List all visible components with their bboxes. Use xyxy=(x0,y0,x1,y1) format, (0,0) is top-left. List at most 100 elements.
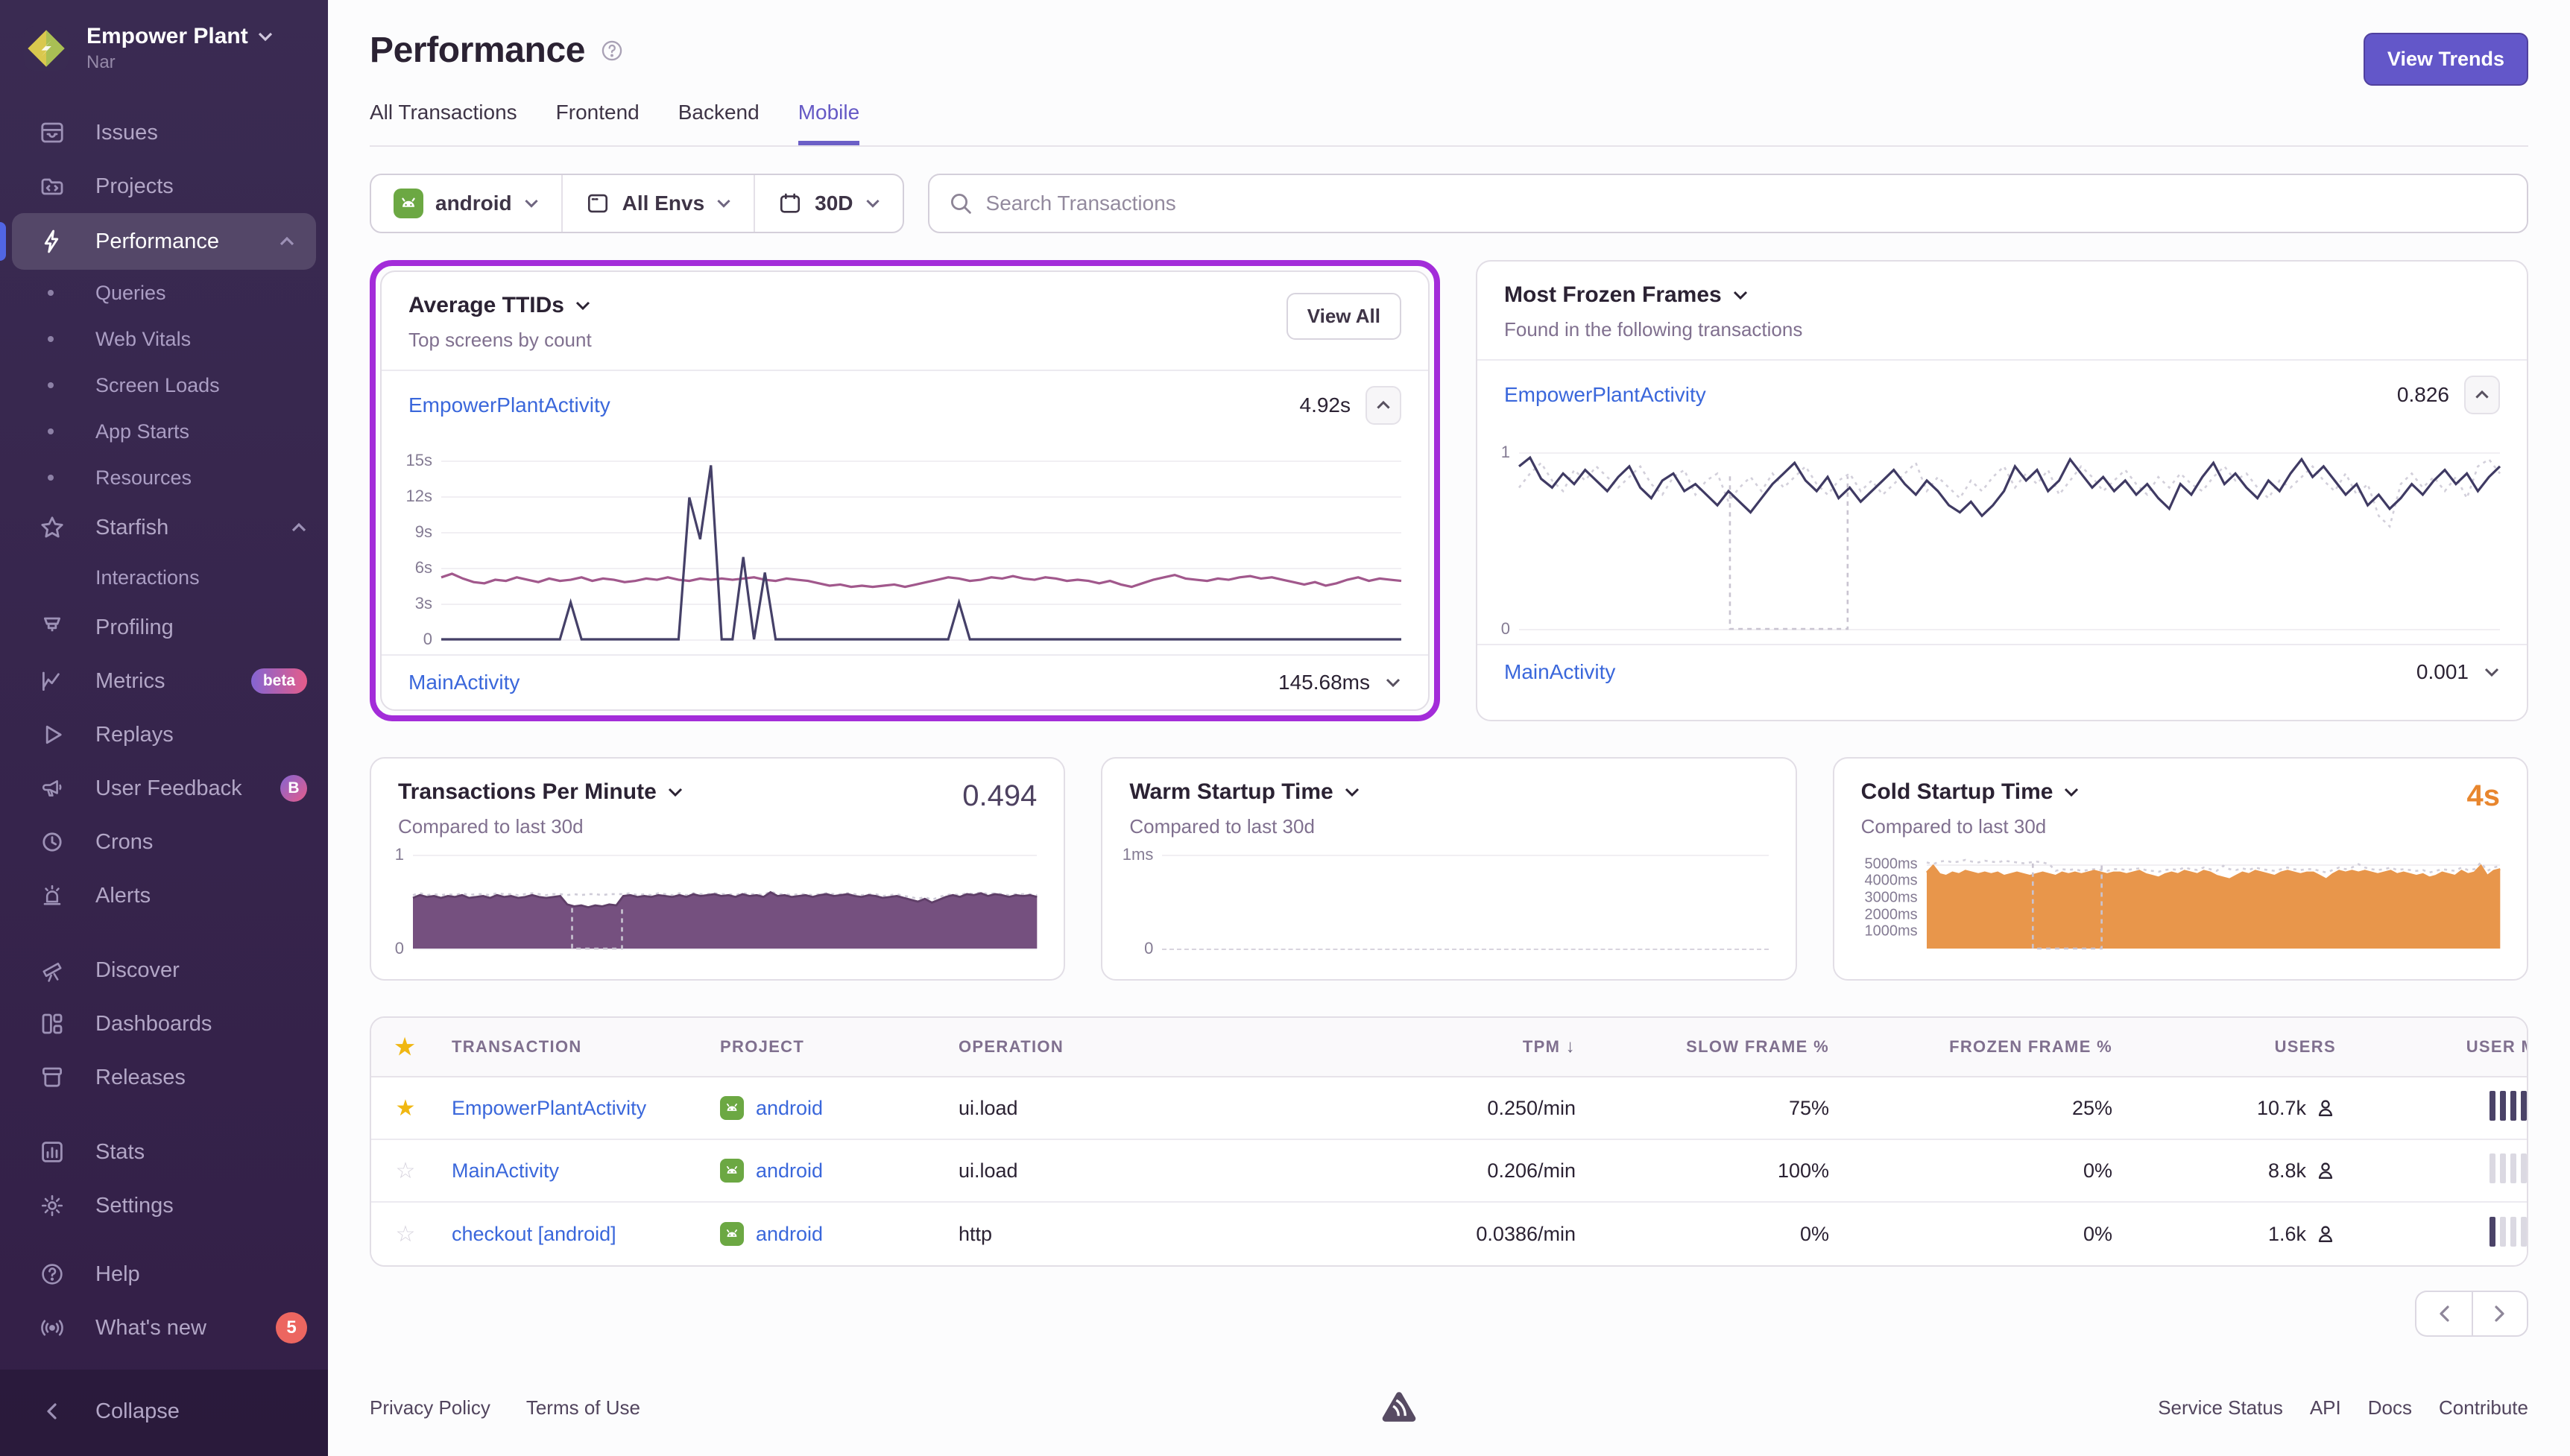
frozen-bottom-value: 0.001 xyxy=(2416,660,2469,684)
sidebar-item-performance[interactable]: Performance xyxy=(12,213,316,270)
sidebar-item-queries[interactable]: Queries xyxy=(0,270,328,316)
favorite-star-toggle[interactable]: ★ xyxy=(371,1095,440,1121)
tpm-title[interactable]: Transactions Per Minute xyxy=(398,779,683,805)
android-project-icon xyxy=(720,1159,744,1183)
service-status-link[interactable]: Service Status xyxy=(2158,1396,2283,1419)
transaction-link[interactable]: checkout [android] xyxy=(452,1223,616,1245)
search-input[interactable] xyxy=(986,192,2507,215)
cold-startup-panel: Cold Startup Time Compared to last 30d 4… xyxy=(1833,757,2528,981)
transaction-link[interactable]: EmpowerPlantActivity xyxy=(408,393,610,417)
sidebar-item-crons[interactable]: Crons xyxy=(0,815,328,869)
tab-mobile[interactable]: Mobile xyxy=(798,101,859,145)
sidebar-item-starfish[interactable]: Starfish xyxy=(0,501,328,554)
page-footer: Privacy Policy Terms of Use Service Stat… xyxy=(370,1350,2528,1456)
sidebar-item-whats-new[interactable]: What's new 5 xyxy=(0,1301,328,1355)
org-switcher[interactable]: Empower Plant Nar xyxy=(0,0,328,94)
sidebar-item-discover[interactable]: Discover xyxy=(0,943,328,997)
search-box xyxy=(928,174,2528,233)
android-project-icon xyxy=(720,1096,744,1120)
transaction-link[interactable]: MainActivity xyxy=(1504,660,1615,684)
sidebar-item-alerts[interactable]: Alerts xyxy=(0,869,328,922)
most-frozen-frames-title[interactable]: Most Frozen Frames xyxy=(1504,282,1802,308)
view-all-button[interactable]: View All xyxy=(1286,293,1401,340)
favorite-star-toggle[interactable]: ☆ xyxy=(371,1221,440,1247)
sidebar-item-screen-loads[interactable]: Screen Loads xyxy=(0,362,328,408)
megaphone-icon xyxy=(39,775,66,802)
search-icon xyxy=(949,192,973,215)
play-icon xyxy=(39,721,66,748)
project-filter[interactable]: android xyxy=(371,175,561,232)
collapse-accordion-button[interactable] xyxy=(2464,376,2500,414)
sidebar-item-profiling[interactable]: Profiling xyxy=(0,601,328,654)
transaction-link[interactable]: MainActivity xyxy=(408,671,520,694)
warm-startup-title[interactable]: Warm Startup Time xyxy=(1129,779,1360,805)
sidebar-item-resources[interactable]: Resources xyxy=(0,455,328,501)
user-icon xyxy=(2315,1224,2336,1244)
privacy-policy-link[interactable]: Privacy Policy xyxy=(370,1396,490,1419)
sidebar-item-issues[interactable]: Issues xyxy=(0,106,328,159)
sidebar-item-app-starts[interactable]: App Starts xyxy=(0,408,328,455)
collapse-accordion-button[interactable] xyxy=(1365,386,1401,425)
expand-accordion-button[interactable] xyxy=(1385,677,1401,689)
previous-page-button[interactable] xyxy=(2415,1291,2472,1337)
chevron-down-icon xyxy=(1344,786,1360,798)
transaction-link[interactable]: EmpowerPlantActivity xyxy=(1504,383,1706,407)
project-link[interactable]: android xyxy=(756,1097,823,1120)
date-range-filter[interactable]: 30D xyxy=(754,175,902,232)
cold-startup-title[interactable]: Cold Startup Time xyxy=(1861,779,2080,805)
dashboards-icon xyxy=(39,1010,66,1037)
transaction-link[interactable]: EmpowerPlantActivity xyxy=(452,1097,646,1119)
org-subtitle: Nar xyxy=(86,52,274,73)
sidebar-item-user-feedback[interactable]: User Feedback B xyxy=(0,762,328,815)
gear-icon xyxy=(39,1192,66,1219)
sidebar-item-interactions[interactable]: Interactions xyxy=(0,554,328,601)
sidebar-item-help[interactable]: Help xyxy=(0,1247,328,1301)
sidebar-nav: Issues Projects Performance Queries Web … xyxy=(0,94,328,1456)
favorite-star-toggle[interactable]: ☆ xyxy=(371,1158,440,1184)
star-header-icon: ★ xyxy=(371,1034,440,1060)
average-ttids-subtitle: Top screens by count xyxy=(408,329,592,352)
transaction-link[interactable]: MainActivity xyxy=(452,1159,559,1182)
ttid-top-value: 4.92s xyxy=(1300,393,1351,417)
notification-badge: 5 xyxy=(276,1312,307,1343)
environment-filter[interactable]: All Envs xyxy=(561,175,754,232)
project-link[interactable]: android xyxy=(756,1159,823,1183)
col-tpm-sort[interactable]: TPM ↓ xyxy=(1245,1036,1588,1057)
api-link[interactable]: API xyxy=(2310,1396,2341,1419)
sidebar-item-settings[interactable]: Settings xyxy=(0,1179,328,1232)
tab-all-transactions[interactable]: All Transactions xyxy=(370,101,517,145)
chevron-down-icon xyxy=(716,198,731,209)
project-link[interactable]: android xyxy=(756,1223,823,1246)
col-users: USERS xyxy=(2124,1037,2348,1057)
sidebar-item-web-vitals[interactable]: Web Vitals xyxy=(0,316,328,362)
most-frozen-frames-subtitle: Found in the following transactions xyxy=(1504,318,1802,341)
table-header-row: ★ TRANSACTION PROJECT OPERATION TPM ↓ SL… xyxy=(371,1018,2527,1077)
sidebar-item-projects[interactable]: Projects xyxy=(0,159,328,213)
sidebar-collapse-button[interactable]: Collapse xyxy=(0,1389,328,1434)
table-row: ☆ checkout [android] android http 0.0386… xyxy=(371,1203,2527,1265)
sidebar-item-metrics[interactable]: Metrics beta xyxy=(0,654,328,708)
terms-of-use-link[interactable]: Terms of Use xyxy=(526,1396,640,1419)
b-badge: B xyxy=(280,775,307,802)
view-trends-button[interactable]: View Trends xyxy=(2364,33,2528,86)
next-page-button[interactable] xyxy=(2472,1291,2528,1337)
average-ttids-title[interactable]: Average TTIDs xyxy=(408,293,592,318)
tab-backend[interactable]: Backend xyxy=(678,101,760,145)
sidebar-item-releases[interactable]: Releases xyxy=(0,1051,328,1104)
sidebar-item-dashboards[interactable]: Dashboards xyxy=(0,997,328,1051)
android-project-icon xyxy=(720,1222,744,1246)
contribute-link[interactable]: Contribute xyxy=(2439,1396,2528,1419)
col-transaction: TRANSACTION xyxy=(440,1037,708,1057)
android-project-icon xyxy=(394,189,423,218)
warm-startup-chart: 1ms0 xyxy=(1102,844,1795,963)
docs-link[interactable]: Docs xyxy=(2368,1396,2412,1419)
sidebar-item-stats[interactable]: Stats xyxy=(0,1125,328,1179)
archive-icon xyxy=(39,1064,66,1091)
help-circle-icon[interactable] xyxy=(600,39,624,63)
chevron-down-icon xyxy=(667,786,683,798)
profiling-icon xyxy=(39,614,66,641)
tab-frontend[interactable]: Frontend xyxy=(556,101,640,145)
expand-accordion-button[interactable] xyxy=(2484,666,2500,678)
projects-icon xyxy=(39,173,66,200)
sidebar-item-replays[interactable]: Replays xyxy=(0,708,328,762)
